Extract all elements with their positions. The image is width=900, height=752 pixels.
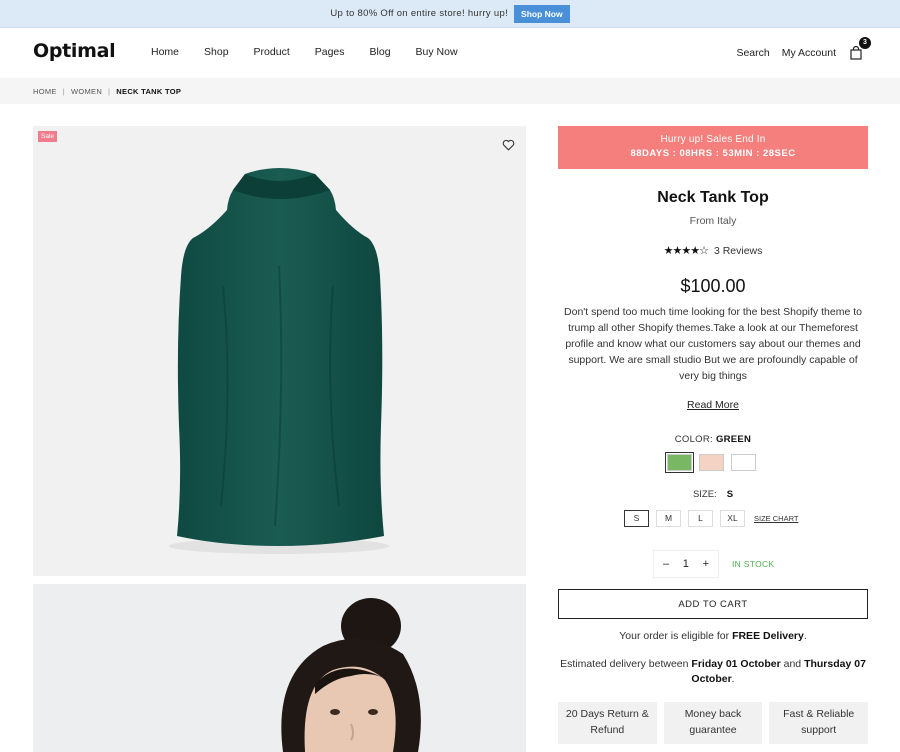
product-details: Hurry up! Sales End In 88DAYS : 08HRS : … (558, 126, 869, 744)
feature-return: 20 Days Return & Refund (558, 702, 657, 744)
qty-increase-button[interactable]: + (703, 558, 709, 570)
feature-boxes: 20 Days Return & Refund Money back guara… (558, 702, 869, 744)
add-to-cart-button[interactable]: ADD TO CART (558, 589, 868, 619)
product-rating[interactable]: ★★★★☆ 3 Reviews (558, 244, 868, 257)
swatch-peach[interactable] (699, 454, 724, 471)
size-label-text: SIZE: (692, 489, 717, 500)
color-value: GREEN (715, 434, 752, 445)
free-delivery-bold: FREE Delivery (732, 630, 804, 642)
search-link[interactable]: Search (736, 47, 769, 59)
color-label: COLOR: GREEN (558, 434, 868, 445)
nav-shop[interactable]: Shop (204, 46, 229, 58)
size-options: S M L XL SIZE CHART (624, 510, 798, 527)
estimate-prefix: Estimated delivery between (560, 658, 689, 670)
breadcrumb-separator: | (108, 86, 111, 96)
shop-now-button[interactable]: Shop Now (514, 4, 570, 23)
swatch-white[interactable] (731, 454, 756, 471)
free-delivery-suffix: . (803, 630, 807, 642)
promo-bar: Up to 80% Off on entire store! hurry up!… (0, 0, 900, 28)
tank-top-image (169, 168, 389, 554)
breadcrumb: HOME | WOMEN | NECK TANK TOP (0, 78, 900, 104)
sale-countdown: Hurry up! Sales End In 88DAYS : 08HRS : … (558, 126, 868, 169)
cart-button[interactable]: 3 (850, 37, 871, 60)
nav-blog[interactable]: Blog (370, 46, 391, 58)
sale-badge: Sale (38, 131, 58, 142)
feature-support: Fast & Reliable support (769, 702, 869, 744)
product-image-main[interactable]: Sale (33, 126, 526, 576)
product-description: Don't spend too much time looking for th… (564, 306, 862, 382)
size-s-button[interactable]: S (624, 510, 649, 527)
model-photo (281, 598, 421, 752)
logo[interactable]: Optimal (33, 40, 116, 62)
product-image-model[interactable] (33, 584, 526, 752)
promo-text: Up to 80% Off on entire store! hurry up! (330, 8, 509, 19)
site-header: Optimal Home Shop Product Pages Blog Buy… (0, 28, 900, 78)
product-price: $100.00 (680, 276, 746, 296)
estimate-start-date: Friday 01 October (691, 658, 781, 670)
nav-product[interactable]: Product (254, 46, 290, 58)
nav-home[interactable]: Home (151, 46, 179, 58)
breadcrumb-home[interactable]: HOME (33, 87, 57, 96)
swatch-green[interactable] (665, 452, 694, 473)
qty-value[interactable]: 1 (683, 558, 689, 570)
main-nav: Home Shop Product Pages Blog Buy Now (151, 46, 483, 58)
stock-status: IN STOCK (732, 559, 775, 569)
shopping-bag-icon (850, 46, 862, 60)
size-value: S (726, 489, 734, 500)
countdown-timer: 88DAYS : 08HRS : 53MIN : 28SEC (630, 148, 796, 159)
size-chart-link[interactable]: SIZE CHART (754, 514, 798, 523)
free-delivery-note: Your order is eligible for FREE Delivery… (558, 630, 868, 642)
read-more-link[interactable]: Read More (558, 399, 868, 411)
quantity-stepper: – 1 + (653, 550, 719, 578)
estimate-suffix: . (731, 673, 735, 685)
nav-pages[interactable]: Pages (315, 46, 345, 58)
color-swatches (665, 452, 756, 473)
product-origin: From Italy (689, 215, 737, 227)
nav-buy-now[interactable]: Buy Now (416, 46, 458, 58)
estimated-delivery: Estimated delivery between Friday 01 Oct… (558, 657, 868, 687)
breadcrumb-separator: | (62, 86, 65, 96)
color-label-text: COLOR: (674, 434, 713, 445)
free-delivery-prefix: Your order is eligible for (619, 630, 730, 642)
reviews-count[interactable]: 3 Reviews (714, 245, 762, 257)
breadcrumb-current: NECK TANK TOP (116, 86, 182, 96)
breadcrumb-women[interactable]: WOMEN (71, 87, 102, 96)
qty-decrease-button[interactable]: – (663, 558, 669, 570)
feature-money-back: Money back guarantee (663, 702, 763, 744)
size-m-button[interactable]: M (656, 510, 681, 527)
countdown-title: Hurry up! Sales End In (660, 134, 766, 145)
size-label: SIZE: S (558, 489, 868, 500)
my-account-link[interactable]: My Account (782, 47, 836, 59)
cart-count-badge: 3 (859, 37, 871, 49)
size-l-button[interactable]: L (688, 510, 713, 527)
product-title: Neck Tank Top (657, 189, 769, 206)
size-xl-button[interactable]: XL (720, 510, 745, 527)
header-actions: Search My Account 3 (724, 37, 871, 60)
heart-icon[interactable] (502, 139, 515, 151)
estimate-mid: and (783, 658, 802, 670)
star-rating-icon: ★★★★☆ (663, 245, 709, 257)
